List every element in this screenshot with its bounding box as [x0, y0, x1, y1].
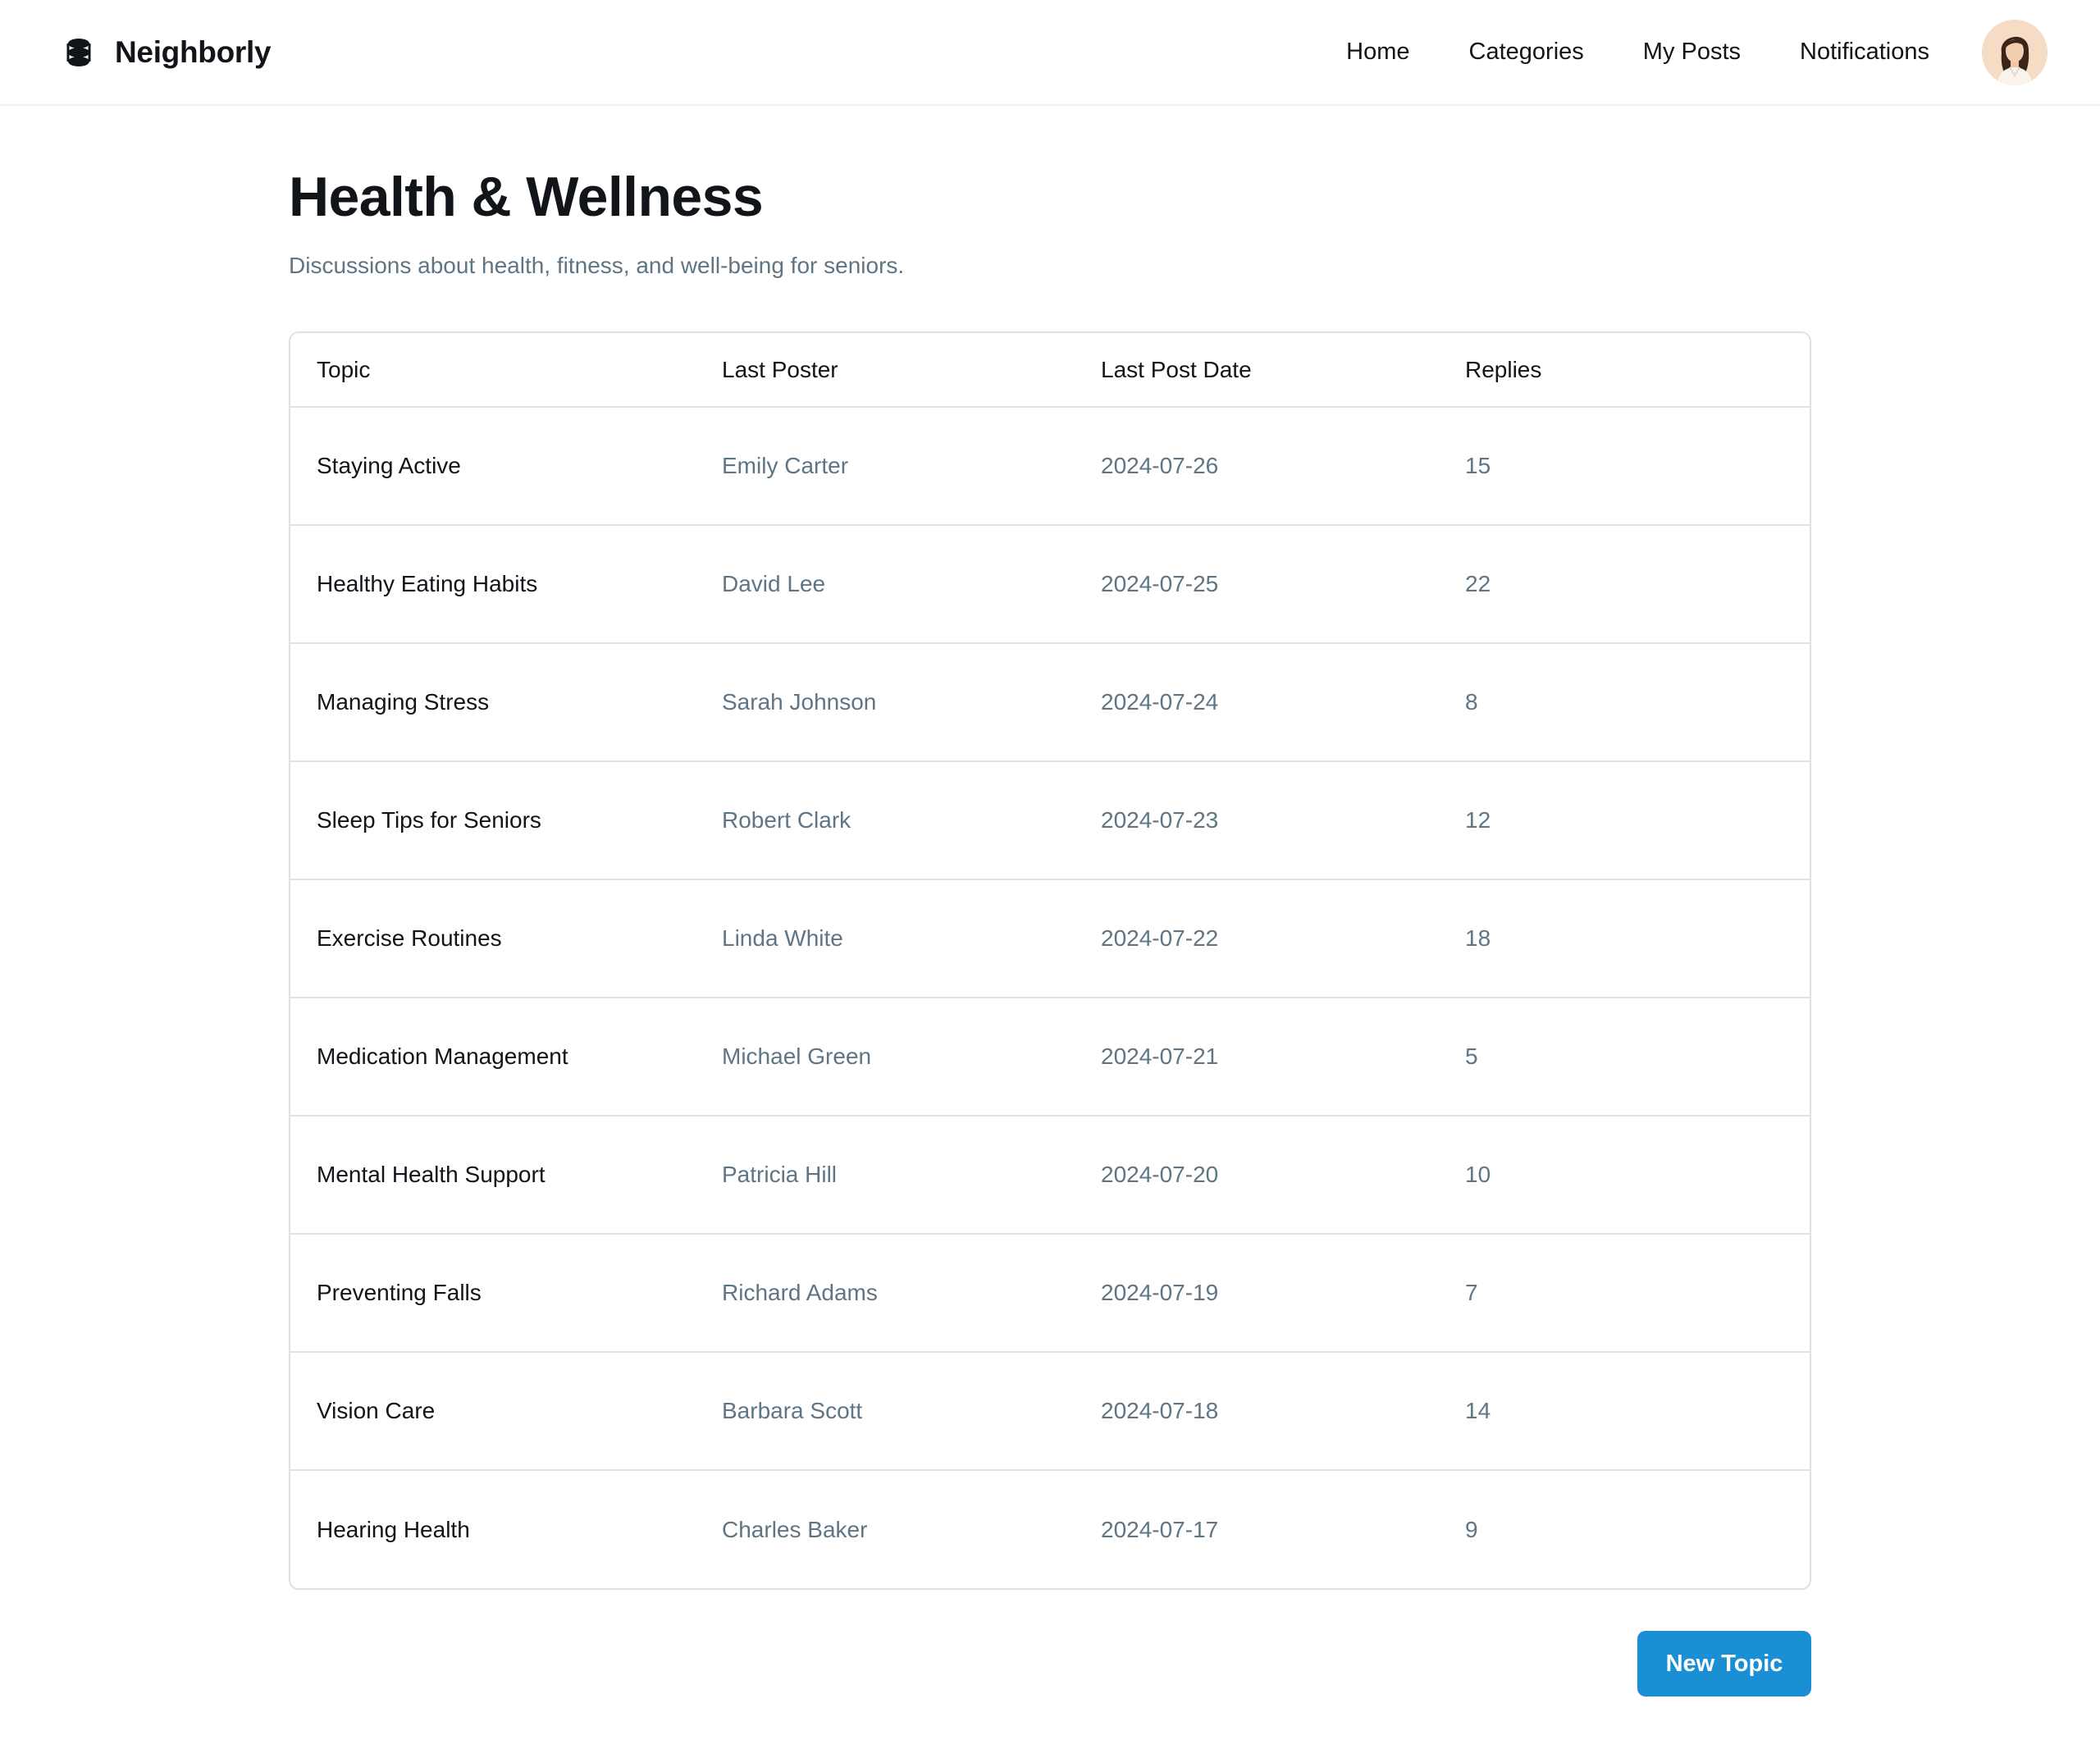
table-row[interactable]: Sleep Tips for Seniors Robert Clark 2024… — [290, 761, 1810, 880]
topic-title[interactable]: Medication Management — [290, 998, 696, 1117]
column-header-topic: Topic — [290, 333, 696, 408]
last-poster[interactable]: Sarah Johnson — [696, 643, 1075, 762]
table-row[interactable]: Mental Health Support Patricia Hill 2024… — [290, 1116, 1810, 1235]
table-row[interactable]: Staying Active Emily Carter 2024-07-26 1… — [290, 407, 1810, 526]
last-poster[interactable]: Barbara Scott — [696, 1352, 1075, 1471]
reply-count: 5 — [1439, 998, 1810, 1117]
last-post-date: 2024-07-19 — [1075, 1234, 1439, 1353]
brand-name: Neighborly — [115, 34, 272, 69]
nav-notifications[interactable]: Notifications — [1800, 39, 1929, 66]
last-poster[interactable]: Patricia Hill — [696, 1116, 1075, 1235]
new-topic-button[interactable]: New Topic — [1637, 1631, 1811, 1696]
main-content: Health & Wellness Discussions about heal… — [289, 106, 1811, 1696]
reply-count: 10 — [1439, 1116, 1810, 1235]
topic-title[interactable]: Healthy Eating Habits — [290, 525, 696, 644]
last-post-date: 2024-07-22 — [1075, 879, 1439, 998]
last-poster[interactable]: Michael Green — [696, 998, 1075, 1117]
reply-count: 18 — [1439, 879, 1810, 998]
topic-title[interactable]: Preventing Falls — [290, 1234, 696, 1353]
nav-home[interactable]: Home — [1346, 39, 1409, 66]
last-post-date: 2024-07-25 — [1075, 525, 1439, 644]
topic-title[interactable]: Mental Health Support — [290, 1116, 696, 1235]
reply-count: 12 — [1439, 761, 1810, 880]
reply-count: 9 — [1465, 1516, 1478, 1542]
last-post-date: 2024-07-24 — [1075, 643, 1439, 762]
nav-categories[interactable]: Categories — [1469, 39, 1584, 66]
page-subtitle: Discussions about health, fitness, and w… — [289, 252, 905, 278]
reply-count: 15 — [1439, 407, 1810, 526]
top-navigation-bar: Neighborly Home Categories My Posts Noti… — [0, 0, 2100, 106]
last-poster[interactable]: Emily Carter — [696, 407, 1075, 526]
last-poster[interactable]: Charles Baker — [696, 1470, 1075, 1588]
reply-count: 7 — [1439, 1234, 1810, 1353]
topic-title[interactable]: Managing Stress — [290, 643, 696, 762]
topic-title[interactable]: Sleep Tips for Seniors — [290, 761, 696, 880]
last-post-date: 2024-07-20 — [1075, 1116, 1439, 1235]
last-post-date: 2024-07-18 — [1075, 1352, 1439, 1471]
brand[interactable]: Neighborly — [66, 34, 272, 70]
stack-logo-icon — [66, 38, 91, 66]
main-nav: Home Categories My Posts Notifications — [1346, 19, 2048, 85]
topics-table: Topic Last Poster Last Post Date Replies… — [290, 333, 1810, 1588]
table-row[interactable]: Preventing Falls Richard Adams 2024-07-1… — [290, 1234, 1810, 1353]
last-post-date: 2024-07-23 — [1075, 761, 1439, 880]
page-title: Health & Wellness — [289, 166, 764, 228]
last-poster[interactable]: Robert Clark — [696, 761, 1075, 880]
last-post-date: 2024-07-26 — [1075, 407, 1439, 526]
topic-title[interactable]: Exercise Routines — [290, 879, 696, 998]
table-row[interactable]: Hearing Health Charles Baker 2024-07-17 … — [290, 1470, 1810, 1588]
last-poster[interactable]: Linda White — [696, 879, 1075, 998]
last-poster[interactable]: David Lee — [696, 525, 1075, 644]
avatar-portrait-icon — [1982, 19, 2048, 85]
last-post-date: 2024-07-17 — [1101, 1516, 1219, 1542]
nav-my-posts[interactable]: My Posts — [1643, 39, 1741, 66]
table-row[interactable]: Exercise Routines Linda White 2024-07-22… — [290, 879, 1810, 998]
table-row[interactable]: Managing Stress Sarah Johnson 2024-07-24… — [290, 643, 1810, 762]
topic-title[interactable]: Vision Care — [290, 1352, 696, 1471]
last-post-date: 2024-07-21 — [1075, 998, 1439, 1117]
column-header-last-post-date: Last Post Date — [1075, 333, 1439, 408]
last-poster[interactable]: Richard Adams — [696, 1234, 1075, 1353]
reply-count: 22 — [1439, 525, 1810, 644]
column-header-last-poster: Last Poster — [696, 333, 1075, 408]
table-row[interactable]: Healthy Eating Habits David Lee 2024-07-… — [290, 525, 1810, 644]
topic-title[interactable]: Staying Active — [290, 407, 696, 526]
reply-count: 14 — [1439, 1352, 1810, 1471]
topic-title[interactable]: Hearing Health — [290, 1470, 696, 1588]
table-row[interactable]: Medication Management Michael Green 2024… — [290, 998, 1810, 1117]
topics-table-card: Topic Last Poster Last Post Date Replies… — [289, 331, 1811, 1590]
table-row[interactable]: Vision Care Barbara Scott 2024-07-18 14 — [290, 1352, 1810, 1471]
user-avatar[interactable] — [1982, 19, 2048, 85]
column-header-replies: Replies — [1439, 333, 1810, 408]
table-header-row: Topic Last Poster Last Post Date Replies — [290, 333, 1810, 408]
reply-count: 8 — [1439, 643, 1810, 762]
